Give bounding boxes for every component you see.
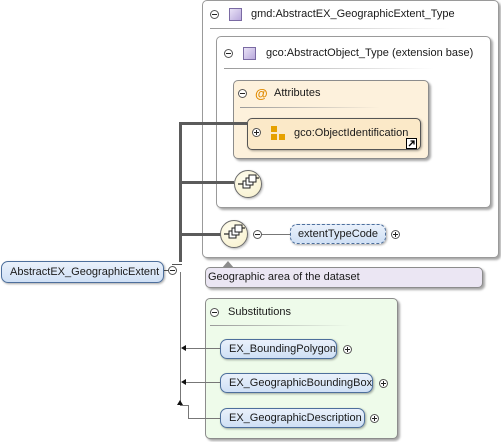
connector-line — [179, 122, 182, 262]
expand-toggle-substitution[interactable] — [343, 345, 352, 354]
connector-line — [185, 382, 220, 383]
child-element-extentTypeCode[interactable]: extentTypeCode — [290, 224, 386, 244]
root-element[interactable]: AbstractEX_GeographicExtent — [1, 261, 164, 283]
attributes-title: Attributes — [274, 87, 321, 99]
shortcut-arrow-icon — [406, 138, 417, 149]
connector-line — [188, 418, 220, 419]
connector-line — [179, 233, 221, 236]
expand-toggle-substitution[interactable] — [379, 379, 388, 388]
arrow-up-icon — [177, 400, 183, 405]
substitution-element[interactable]: EX_GeographicDescription — [220, 408, 365, 428]
connector-line — [179, 122, 247, 125]
separator — [224, 68, 434, 69]
extension-base-title: gco:AbstractObject_Type (extension base) — [266, 47, 474, 59]
connector-line — [180, 405, 188, 406]
substitution-element[interactable]: EX_BoundingPolygon — [220, 339, 337, 359]
annotation-text: Geographic area of the dataset — [208, 271, 360, 283]
complex-type-title: gmd:AbstractEX_GeographicExtent_Type — [251, 8, 455, 20]
attribute-group-icon — [271, 126, 285, 140]
at-sign-icon: @ — [255, 86, 268, 101]
connector-line — [172, 264, 182, 265]
collapse-toggle-root[interactable] — [168, 266, 177, 275]
separator — [210, 325, 350, 326]
extension-base-icon — [243, 47, 256, 60]
separator — [210, 28, 450, 29]
collapse-toggle-complex-type[interactable] — [210, 10, 219, 19]
expand-toggle-child-element[interactable] — [391, 230, 400, 239]
collapse-toggle-extension-base[interactable] — [224, 49, 233, 58]
connector-line — [188, 405, 189, 418]
collapse-toggle-sequence[interactable] — [253, 230, 262, 239]
complex-type-icon — [229, 8, 242, 21]
sequence-compositor-icon[interactable] — [234, 170, 262, 198]
expand-toggle-substitution[interactable] — [370, 414, 379, 423]
connector-line — [262, 234, 290, 235]
connector-line — [180, 272, 181, 405]
substitutions-title: Substitutions — [228, 306, 291, 318]
separator — [240, 107, 380, 108]
expand-toggle-attribute-group[interactable] — [252, 128, 261, 137]
connector-line — [179, 181, 234, 184]
connector-line — [185, 348, 220, 349]
arrow-left-icon — [181, 379, 186, 385]
substitution-element[interactable]: EX_GeographicBoundingBox — [220, 373, 373, 393]
sequence-compositor-icon[interactable] — [220, 220, 248, 248]
collapse-toggle-attributes[interactable] — [238, 89, 247, 98]
arrow-left-icon — [181, 345, 186, 351]
attribute-group-label: gco:ObjectIdentification — [294, 127, 409, 139]
collapse-toggle-substitutions[interactable] — [210, 308, 219, 317]
